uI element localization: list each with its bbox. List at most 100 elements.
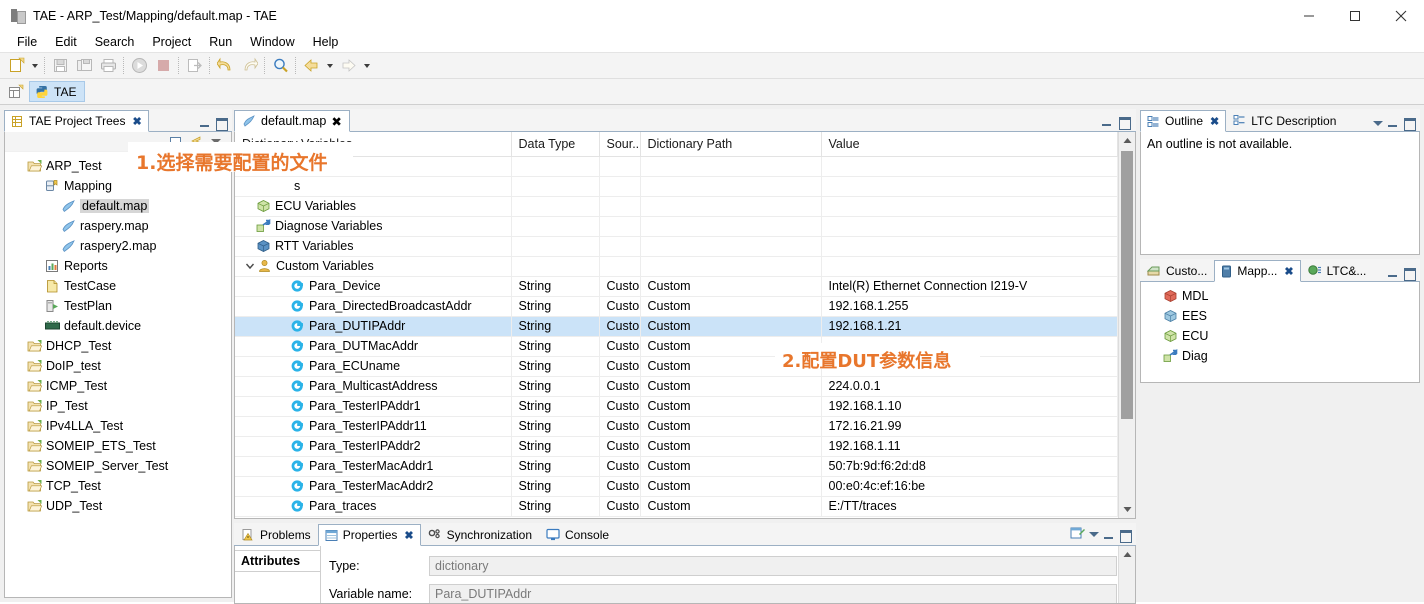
type-field[interactable]: dictionary [429, 556, 1117, 576]
cell-value[interactable]: 192.168.1.10 [821, 396, 1118, 417]
cell-value[interactable] [821, 156, 1118, 177]
table-row[interactable]: Para_TesterMacAddr1 StringCusto...Custom5… [235, 456, 1118, 477]
table-row[interactable]: Para_ECUnameStringCusto...Custom [235, 356, 1118, 377]
table-row[interactable]: Para_TesterMacAddr2 StringCusto...Custom0… [235, 476, 1118, 497]
close-icon[interactable]: ✖ [1284, 265, 1293, 278]
cell-data-type[interactable] [511, 236, 600, 257]
cell-source[interactable]: Custo... [599, 456, 641, 477]
cell-data-type[interactable]: String [511, 276, 600, 297]
print-button[interactable] [96, 54, 120, 77]
editor-tab-default-map[interactable]: default.map ✖ [234, 110, 350, 132]
tree-item[interactable]: default.device [5, 316, 231, 336]
maximize-icon[interactable] [1119, 529, 1132, 543]
cell-variable-name[interactable]: Para_ECUname [235, 356, 512, 377]
open-perspective-button[interactable] [5, 82, 27, 102]
menu-window[interactable]: Window [241, 33, 303, 51]
table-row[interactable]: Para_Device StringCusto...CustomIntel(R) … [235, 276, 1118, 297]
scrollbar-thumb[interactable] [1121, 151, 1133, 419]
minimize-icon[interactable] [1103, 529, 1115, 541]
cell-dictionary-path[interactable] [640, 236, 822, 257]
cell-source[interactable] [599, 256, 641, 277]
cell-source[interactable]: Custo... [599, 416, 641, 437]
cell-data-type[interactable] [511, 216, 600, 237]
cell-data-type[interactable] [511, 176, 600, 197]
column-header-source[interactable]: Sour... [599, 132, 641, 157]
minimize-icon[interactable] [1387, 117, 1399, 129]
cell-variable-name[interactable]: Custom Variables [235, 256, 512, 277]
maximize-icon[interactable] [215, 117, 228, 131]
maximize-button[interactable] [1332, 0, 1378, 32]
cell-source[interactable]: Custo... [599, 396, 641, 417]
save-button[interactable] [48, 54, 72, 77]
close-icon[interactable]: ✖ [331, 114, 341, 129]
search-button[interactable] [268, 54, 292, 77]
minimize-icon[interactable] [1387, 267, 1399, 279]
back-button[interactable] [299, 54, 323, 77]
side-tab-attributes[interactable]: Attributes [235, 550, 320, 572]
cell-source[interactable]: Custo... [599, 376, 641, 397]
column-header-value[interactable]: Value [821, 132, 1118, 157]
tree-item[interactable]: ICMP_Test [5, 376, 231, 396]
cell-data-type[interactable]: String [511, 456, 600, 477]
list-item[interactable]: ECU [1141, 326, 1419, 346]
cell-source[interactable]: Custo... [599, 316, 641, 337]
stop-button[interactable] [151, 54, 175, 77]
close-button[interactable] [1378, 0, 1424, 32]
maximize-icon[interactable] [1403, 267, 1416, 281]
cell-data-type[interactable]: String [511, 376, 600, 397]
cell-variable-name[interactable]: Para_TesterIPAddr1 [235, 396, 512, 417]
cell-data-type[interactable]: String [511, 416, 600, 437]
cell-variable-name[interactable]: Para_TesterMacAddr2 [235, 476, 512, 497]
redo-button[interactable] [237, 54, 261, 77]
table-row[interactable]: Diagnose Variables [235, 216, 1118, 237]
tree-item[interactable]: UDP_Test [5, 496, 231, 516]
maximize-icon[interactable] [1403, 117, 1416, 131]
table-row[interactable]: Para_DirectedBroadcastAddr StringCusto...… [235, 296, 1118, 317]
cell-data-type[interactable]: String [511, 396, 600, 417]
cell-data-type[interactable]: String [511, 476, 600, 497]
cell-value[interactable] [821, 216, 1118, 237]
cell-dictionary-path[interactable] [640, 196, 822, 217]
table-row[interactable]: Para_DUTIPAddr StringCusto...Custom192.16… [235, 316, 1118, 337]
table-row[interactable]: ECU Variables [235, 196, 1118, 217]
cell-dictionary-path[interactable]: Custom [640, 436, 822, 457]
forward-dropdown[interactable] [360, 54, 373, 77]
menu-file[interactable]: File [8, 33, 46, 51]
cell-value[interactable]: E:/TT/traces [821, 496, 1118, 517]
new-button[interactable] [4, 54, 28, 77]
tab-ltc-description[interactable]: LTC Description [1226, 109, 1344, 131]
cell-value[interactable]: 172.16.21.99 [821, 416, 1118, 437]
list-item[interactable]: MDL [1141, 286, 1419, 306]
cell-source[interactable]: Custo... [599, 436, 641, 457]
cell-variable-name[interactable]: Diagnose Variables [235, 216, 512, 237]
menu-help[interactable]: Help [304, 33, 348, 51]
cell-value[interactable]: 50:7b:9d:f6:2d:d8 [821, 456, 1118, 477]
cell-value[interactable]: Intel(R) Ethernet Connection I219-V [821, 276, 1118, 297]
table-row[interactable]: Para_TesterIPAddr1 StringCusto...Custom19… [235, 396, 1118, 417]
cell-dictionary-path[interactable] [640, 176, 822, 197]
table-row[interactable]: Para_MulticastAddress StringCusto...Custo… [235, 376, 1118, 397]
table-row[interactable]: s [235, 176, 1118, 197]
cell-value[interactable] [821, 196, 1118, 217]
list-item[interactable]: EES [1141, 306, 1419, 326]
cell-data-type[interactable]: String [511, 436, 600, 457]
cell-source[interactable] [599, 176, 641, 197]
tree-item[interactable]: IPv4LLA_Test [5, 416, 231, 436]
new-dropdown[interactable] [28, 54, 41, 77]
maximize-icon[interactable] [1118, 116, 1131, 130]
cell-dictionary-path[interactable]: Custom [640, 316, 822, 337]
cell-source[interactable]: Custo... [599, 336, 641, 357]
expand-twisty-icon[interactable] [244, 260, 256, 272]
tree-item[interactable]: Reports [5, 256, 231, 276]
menu-search[interactable]: Search [86, 33, 144, 51]
cell-value[interactable]: 192.168.1.11 [821, 436, 1118, 457]
save-all-button[interactable] [72, 54, 96, 77]
cell-dictionary-path[interactable]: Custom [640, 416, 822, 437]
cell-data-type[interactable] [511, 156, 600, 177]
scroll-up-button[interactable] [1119, 132, 1135, 149]
table-row[interactable]: bles [235, 156, 1118, 177]
cell-data-type[interactable] [511, 196, 600, 217]
cell-dictionary-path[interactable]: Custom [640, 476, 822, 497]
undo-button[interactable] [213, 54, 237, 77]
cell-data-type[interactable]: String [511, 496, 600, 517]
